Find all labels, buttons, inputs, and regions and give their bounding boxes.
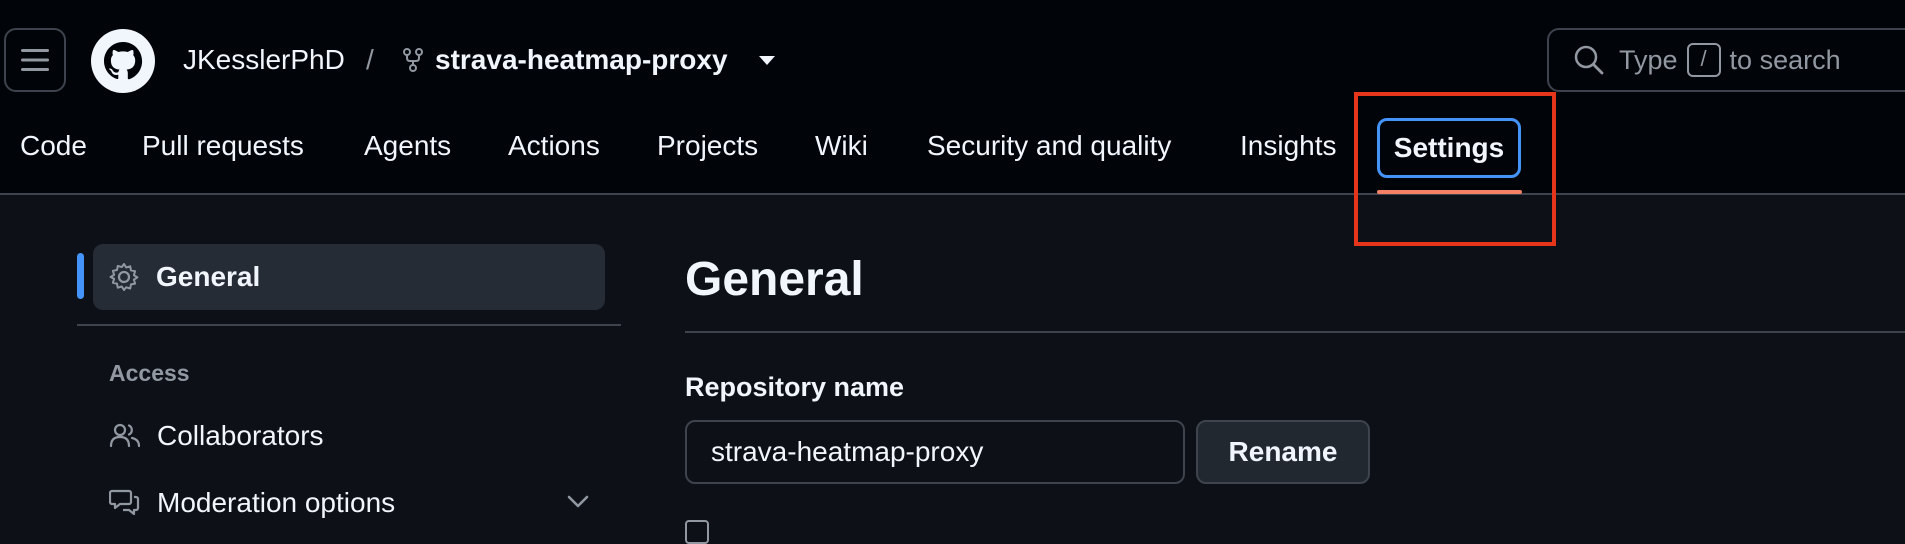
hamburger-icon [21, 49, 49, 71]
settings-sidebar: General Access Collaborators Moderation … [0, 195, 640, 525]
tab-pull-requests[interactable]: Pull requests [142, 130, 304, 162]
sidebar-item-label: Collaborators [157, 420, 324, 451]
sidebar-item-collaborators[interactable]: Collaborators [109, 416, 609, 456]
app-header: JKesslerPhD / strava-heatmap-proxy Type … [0, 0, 1905, 246]
rename-button[interactable]: Rename [1196, 420, 1370, 484]
template-repository-checkbox[interactable] [685, 520, 709, 544]
tab-insights[interactable]: Insights [1240, 130, 1337, 162]
search-input[interactable]: Type / to search [1547, 28, 1905, 92]
sidebar-item-general[interactable]: General [93, 244, 605, 310]
sidebar-divider [77, 324, 621, 326]
sidebar-item-label: General [156, 261, 261, 292]
title-divider [685, 331, 1905, 333]
comment-discussion-icon [109, 489, 140, 516]
sidebar-item-label: Moderation options [157, 487, 396, 518]
github-logo-icon[interactable] [91, 29, 155, 93]
repository-name-label: Repository name [685, 372, 905, 402]
sidebar-section-heading: Access [109, 360, 190, 386]
tab-agents[interactable]: Agents [364, 130, 451, 162]
chevron-down-icon[interactable] [567, 495, 589, 509]
search-shortcut-key: / [1686, 43, 1721, 77]
settings-main: General Repository name Rename [685, 195, 1905, 544]
menu-button[interactable] [4, 28, 66, 92]
repo-name-link[interactable]: strava-heatmap-proxy [435, 44, 728, 76]
repository-name-input[interactable] [685, 420, 1185, 484]
search-icon [1574, 45, 1604, 75]
active-item-indicator [77, 253, 84, 299]
tab-security-and-quality[interactable]: Security and quality [927, 130, 1171, 162]
search-placeholder-suffix: to search [1729, 44, 1841, 75]
caret-down-icon[interactable] [757, 55, 777, 67]
tab-projects[interactable]: Projects [657, 130, 758, 162]
page-title: General [685, 253, 864, 306]
repo-nav-tabs: Code Pull requests Agents Actions Projec… [0, 118, 1905, 194]
repo-owner-link[interactable]: JKesslerPhD [183, 44, 345, 76]
repo-forked-icon [403, 48, 423, 72]
tab-actions[interactable]: Actions [508, 130, 600, 162]
gear-icon [109, 263, 139, 291]
path-separator: / [366, 44, 374, 75]
search-placeholder-prefix: Type [1619, 44, 1678, 75]
people-icon [109, 423, 141, 448]
sidebar-item-moderation-options[interactable]: Moderation options [109, 483, 609, 523]
search-placeholder: Type / to search [1619, 43, 1841, 77]
tab-code[interactable]: Code [20, 130, 87, 162]
tab-wiki[interactable]: Wiki [815, 130, 868, 162]
